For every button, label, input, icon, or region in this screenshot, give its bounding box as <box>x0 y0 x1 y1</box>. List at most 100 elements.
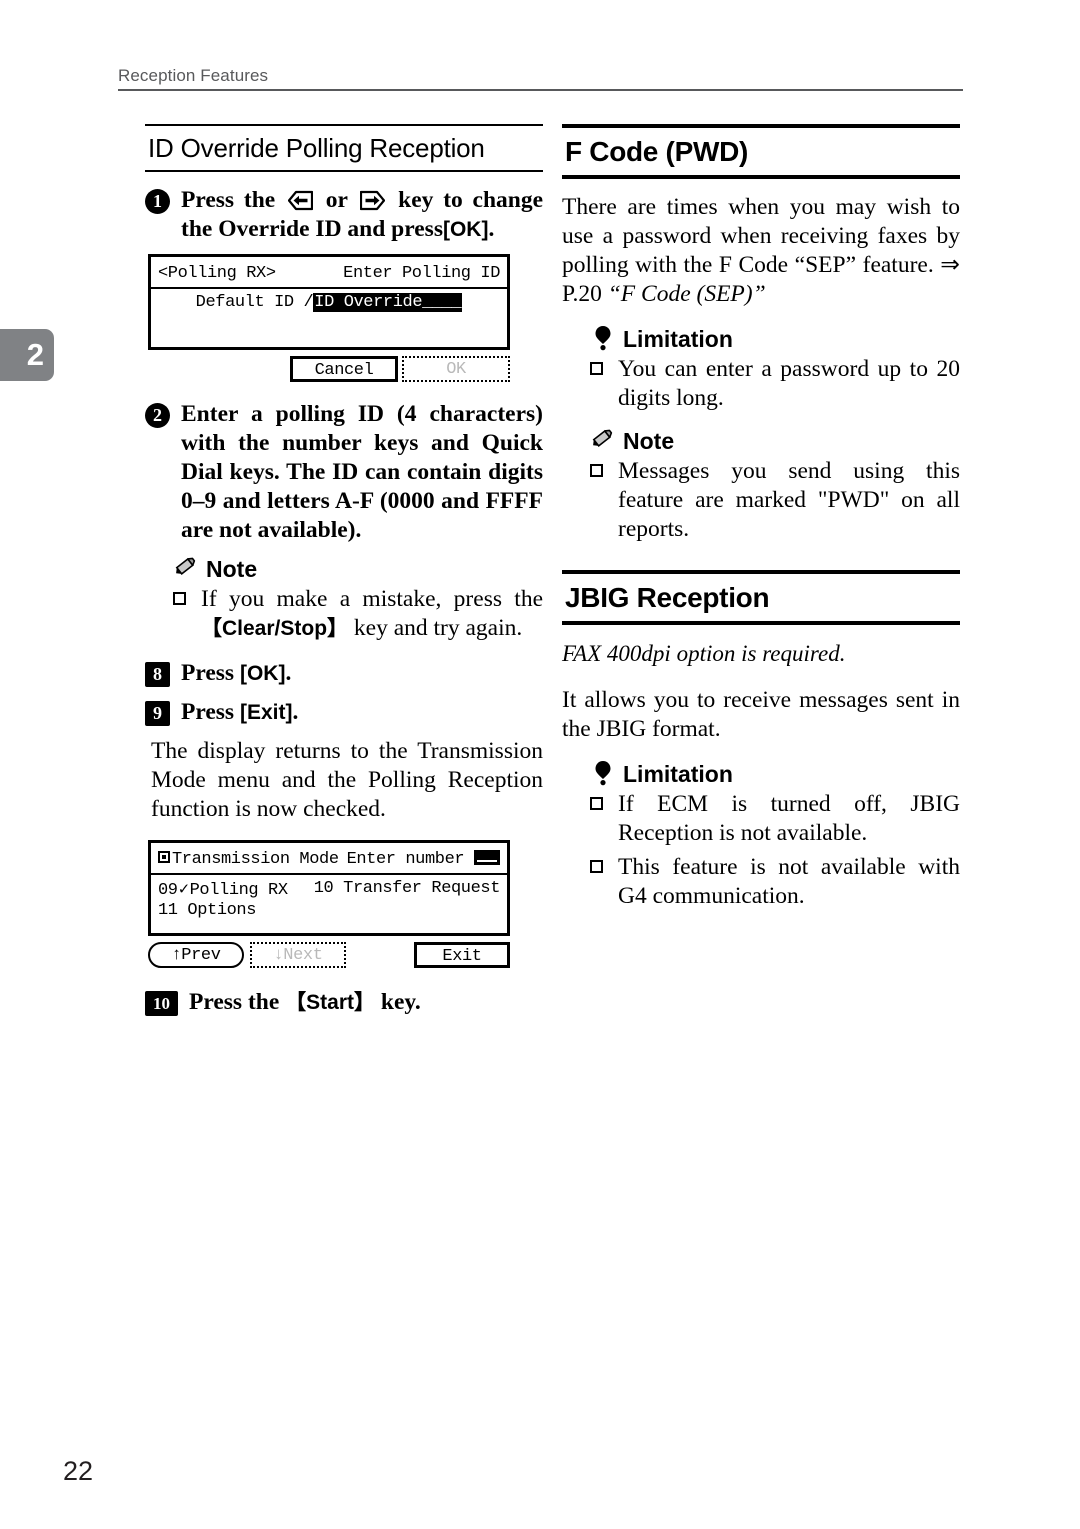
left-column: ID Override Polling Reception 1 Press th… <box>145 124 543 1031</box>
pencil-icon <box>173 555 199 581</box>
limitation-label: Limitation <box>623 761 733 787</box>
note-label: Note <box>623 428 675 454</box>
step-8-text: Press [OK]. <box>181 659 543 688</box>
note-bullet-key: 【Clear/Stop】 <box>201 617 349 640</box>
step-1-text-or: or <box>325 187 348 213</box>
lcd-id-override-field[interactable]: ID Override____ <box>313 293 463 312</box>
lcd-menu-label: Polling RX <box>189 881 288 900</box>
note-header: Note <box>562 427 960 453</box>
step-number-badge: 10 <box>145 991 178 1016</box>
step-2: 2 Enter a polling ID (4 characters) with… <box>145 400 543 545</box>
step-number-badge: 9 <box>145 701 170 726</box>
section-heading-id-override: ID Override Polling Reception <box>145 124 543 172</box>
lcd-menu-label: Options <box>187 901 257 920</box>
heading-rule-bottom <box>145 170 543 172</box>
step-9-description: The display returns to the Transmission … <box>151 738 543 822</box>
note-bullet-text-b: key and try again. <box>353 615 523 641</box>
lcd-menu-label: Transfer Request <box>343 879 500 898</box>
limitation-header: Limitation <box>562 325 960 351</box>
limitation-bullet: This feature is not available with G4 co… <box>562 853 960 911</box>
bullet-square-icon <box>590 464 603 477</box>
f-code-cross-reference: “F Code (SEP)” <box>607 281 766 307</box>
limitation-label: Limitation <box>623 326 733 352</box>
lcd-menu-row-1: 09✓Polling RX 10 Transfer Request <box>158 879 500 900</box>
step-1-text-c: . <box>488 216 495 242</box>
step-number-badge: 1 <box>145 189 170 214</box>
step-1: 1 Press the or key to change the Overrid… <box>145 186 543 244</box>
step-10-text-b: key. <box>380 989 421 1015</box>
step-9-text-b: . <box>292 699 299 725</box>
arrow-left-key-icon <box>288 190 313 211</box>
right-column: F Code (PWD) There are times when you ma… <box>562 124 960 925</box>
lcd-transmission-mode: Transmission Mode Enter number 09✓Pollin… <box>148 840 510 968</box>
lcd-body: 09✓Polling RX 10 Transfer Request 11 Opt… <box>151 875 507 920</box>
lcd-button-row: Cancel OK <box>148 356 510 382</box>
cursor-block-icon <box>474 850 500 865</box>
step-1-text: Press the or key to change the Override … <box>181 186 543 244</box>
step-8-key: [OK] <box>239 662 286 685</box>
step-9: 9 Press [Exit]. <box>145 698 543 727</box>
step-10-key: 【Start】 <box>285 991 376 1014</box>
step-number-badge: 2 <box>145 403 170 428</box>
header-rule <box>118 89 963 91</box>
lcd-menu-num: 10 <box>313 879 334 898</box>
limitation-bullet-text: This feature is not available with G4 co… <box>618 854 960 909</box>
lcd-menu-item-polling-rx[interactable]: 09✓Polling RX <box>158 879 314 900</box>
bullet-square-icon <box>590 860 603 873</box>
step-2-text: Enter a polling ID (4 characters) with t… <box>181 401 543 543</box>
jbig-description: It allows you to receive messages sent i… <box>562 687 960 742</box>
page-number: 22 <box>63 1456 94 1486</box>
section-heading-f-code-pwd: F Code (PWD) <box>562 124 960 179</box>
section-title: JBIG Reception <box>565 582 770 613</box>
bullet-square-icon <box>173 592 186 605</box>
lcd-screen: Transmission Mode Enter number 09✓Pollin… <box>148 840 510 936</box>
step-8-text-b: . <box>285 660 292 686</box>
lcd-menu-item-transfer-request[interactable]: 10 Transfer Request <box>313 879 501 900</box>
step-8-text-a: Press <box>181 660 235 686</box>
exclamation-drop-icon <box>590 760 616 786</box>
lcd-menu-num: 11 <box>158 901 178 920</box>
lcd-body: Default ID / ID Override____ <box>151 289 507 312</box>
note-callout-pwd-mark: Note Messages you send using this featur… <box>562 427 960 544</box>
lcd-exit-button[interactable]: Exit <box>414 942 510 968</box>
lcd-prev-button[interactable]: ↑Prev <box>148 942 244 968</box>
lcd-title-right: Enter Polling ID <box>343 264 500 283</box>
lcd-title-right-group: Enter number <box>347 850 500 869</box>
lcd-polling-rx: <Polling RX> Enter Polling ID Default ID… <box>148 254 510 382</box>
heading-rule-bottom <box>562 175 960 179</box>
step-number-badge: 8 <box>145 662 170 687</box>
lcd-id-line: Default ID / ID Override____ <box>158 293 500 312</box>
running-head: Reception Features <box>118 66 269 85</box>
f-code-description: There are times when you may wish to use… <box>562 193 960 309</box>
step-10-text-a: Press the <box>189 989 280 1015</box>
note-bullet-text: Messages you send using this feature are… <box>618 458 960 542</box>
limitation-bullet-text: If ECM is turned off, JBIG Reception is … <box>618 791 960 846</box>
section-title: F Code (PWD) <box>565 136 749 167</box>
bullet-square-icon <box>590 797 603 810</box>
lcd-button-row: ↑Prev ↓Next Exit <box>148 942 510 968</box>
bullet-square-icon <box>590 362 603 375</box>
limitation-bullet: You can enter a password up to 20 digits… <box>562 355 960 413</box>
lcd-menu-num: 09 <box>158 881 178 900</box>
chapter-tab: 2 <box>0 329 54 381</box>
lcd-title-row: Transmission Mode Enter number <box>151 843 507 873</box>
lcd-menu-item-options[interactable]: 11 Options <box>158 901 256 920</box>
lcd-cancel-button[interactable]: Cancel <box>290 356 398 382</box>
lcd-title-left: <Polling RX> <box>158 264 276 283</box>
step-1-text-a: Press the <box>181 187 276 213</box>
exclamation-drop-icon <box>590 325 616 351</box>
limitation-bullet-text: You can enter a password up to 20 digits… <box>618 356 960 411</box>
limitation-callout-password: Limitation You can enter a password up t… <box>562 325 960 413</box>
heading-rule-bottom <box>562 621 960 625</box>
note-callout-clear-stop: Note If you make a mistake, press the 【C… <box>145 555 543 643</box>
lcd-next-button[interactable]: ↓Next <box>250 942 346 968</box>
pencil-icon <box>590 427 616 453</box>
step-9-key: [Exit] <box>239 701 293 724</box>
note-header: Note <box>145 555 543 581</box>
note-bullet-text-a: If you make a mistake, press the <box>201 586 543 612</box>
step-8: 8 Press [OK]. <box>145 659 543 688</box>
section-heading-jbig-reception: JBIG Reception <box>562 570 960 625</box>
lcd-ok-button[interactable]: OK <box>402 356 510 382</box>
checkmark-icon: ✓ <box>178 881 189 900</box>
limitation-bullet: If ECM is turned off, JBIG Reception is … <box>562 790 960 848</box>
